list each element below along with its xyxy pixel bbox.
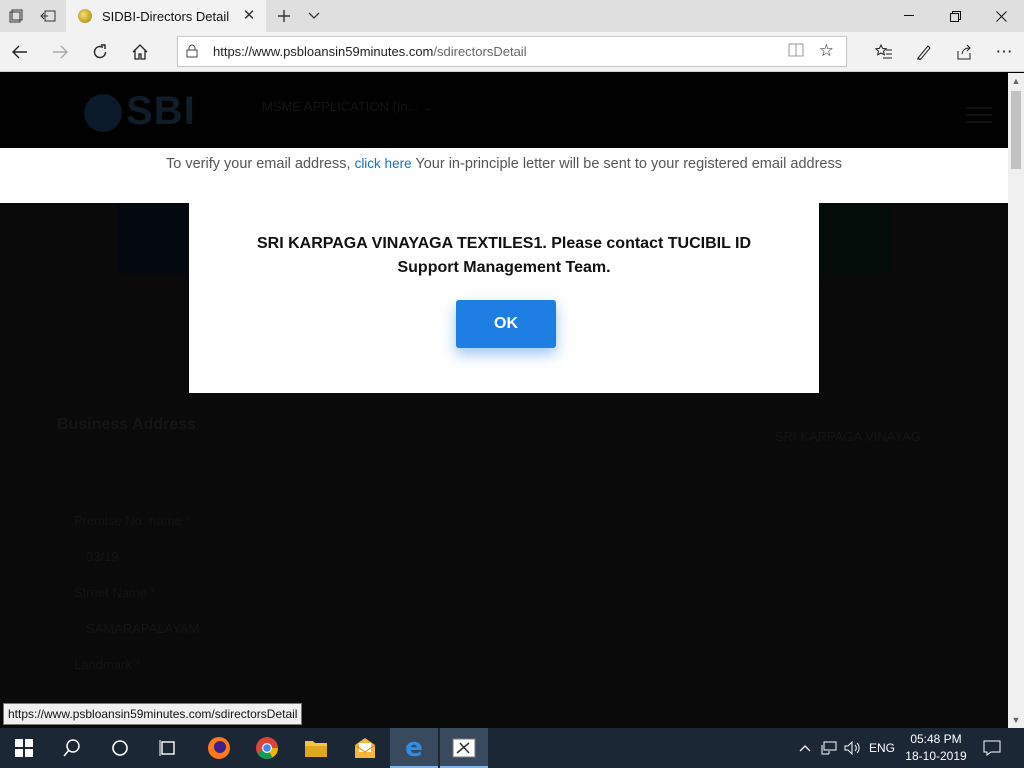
browser-tab-bar: SIDBI-Directors Detail ✕ — [0, 0, 1024, 32]
app-menu-dropdown[interactable]: MSME APPLICATION (In... ⌄ — [262, 99, 433, 115]
home-icon[interactable] — [124, 36, 156, 68]
forward-icon[interactable] — [44, 36, 76, 68]
clock-time: 05:48 PM — [910, 732, 962, 746]
firefox-icon[interactable] — [195, 728, 243, 768]
more-options-icon[interactable]: ⋯ — [988, 36, 1020, 68]
step-card-right — [812, 203, 890, 273]
sbi-logo: SBI — [84, 89, 196, 134]
task-view-icon[interactable] — [144, 728, 192, 768]
alert-dialog: SRI KARPAGA VINAYAGA TEXTILES1. Please c… — [189, 202, 819, 393]
landmark-label: Landmark * — [74, 657, 141, 672]
cortana-icon[interactable] — [96, 728, 144, 768]
back-icon[interactable] — [4, 36, 36, 68]
language-indicator[interactable]: ENG — [867, 728, 897, 768]
url-host: https://www.psbloansin59minutes.com — [213, 44, 434, 59]
email-verify-banner: To verify your email address, click here… — [0, 148, 1008, 203]
step-card-left — [117, 203, 197, 273]
url-path: /sdirectorsDetail — [433, 44, 527, 59]
browser-toolbar: https://www.psbloansin59minutes.com/sdir… — [0, 32, 1024, 72]
scrollbar-thumb[interactable] — [1011, 91, 1021, 169]
logo-text: SBI — [126, 89, 196, 133]
favorites-list-icon[interactable] — [868, 36, 900, 68]
edge-browser-icon[interactable]: e — [390, 728, 438, 768]
alert-message: SRI KARPAGA VINAYAGA TEXTILES1. Please c… — [256, 235, 752, 276]
set-tabs-aside-icon[interactable] — [32, 0, 64, 32]
favorite-star-icon[interactable]: ☆ — [819, 41, 834, 61]
windows-taskbar: e ENG 05:48 PM 18-10-2019 — [0, 728, 1024, 768]
reading-view-icon[interactable] — [788, 43, 804, 60]
active-tab[interactable]: SIDBI-Directors Detail ✕ — [66, 0, 266, 32]
tab-title: SIDBI-Directors Detail — [102, 8, 230, 24]
verify-prefix: To verify your email address, — [165, 156, 351, 172]
restore-icon[interactable] — [932, 0, 978, 32]
share-icon[interactable] — [948, 36, 980, 68]
windows-start-icon[interactable] — [0, 728, 48, 768]
web-note-pen-icon[interactable] — [908, 36, 940, 68]
chrome-icon[interactable] — [243, 728, 291, 768]
action-center-icon[interactable] — [980, 728, 1004, 768]
page-content: SBI MSME APPLICATION (In... ⌄ To verify … — [0, 73, 1008, 728]
refresh-icon[interactable] — [84, 36, 116, 68]
verify-suffix: Your in-principle letter will be sent to… — [415, 156, 842, 172]
close-window-icon[interactable] — [978, 0, 1024, 32]
mail-app-icon[interactable] — [341, 728, 389, 768]
search-icon[interactable] — [48, 728, 96, 768]
tab-manager-icon[interactable] — [0, 0, 32, 32]
volume-icon[interactable] — [843, 728, 863, 768]
minimize-icon[interactable] — [886, 0, 932, 32]
address-bar[interactable]: https://www.psbloansin59minutes.com/sdir… — [177, 36, 847, 67]
system-clock[interactable]: 05:48 PM 18-10-2019 — [900, 731, 972, 765]
file-explorer-icon[interactable] — [292, 728, 340, 768]
network-icon[interactable] — [819, 728, 839, 768]
clock-date: 18-10-2019 — [905, 749, 967, 763]
street-input[interactable]: SAMARAPALAYAM — [86, 621, 199, 636]
site-favicon-icon — [78, 9, 92, 23]
new-tab-icon[interactable] — [268, 0, 300, 32]
business-address-heading: Business Address — [57, 416, 197, 433]
page-scrollbar[interactable]: ▲ ▼ — [1008, 73, 1024, 728]
tab-close-icon[interactable]: ✕ — [240, 7, 258, 25]
hamburger-menu-icon[interactable] — [966, 107, 992, 123]
verify-email-link[interactable]: click here — [355, 156, 412, 171]
premise-input[interactable]: 03/19 — [86, 549, 119, 564]
show-hidden-icons-chevron-icon[interactable] — [796, 728, 814, 768]
snipping-tool-icon[interactable] — [440, 728, 488, 768]
ok-button[interactable]: OK — [456, 300, 556, 348]
site-header: SBI MSME APPLICATION (In... ⌄ — [0, 73, 1008, 148]
business-name-text: SRI KARPAGA VINAYAG — [775, 429, 921, 444]
street-label: Street Name * — [74, 585, 156, 600]
scroll-down-icon[interactable]: ▼ — [1008, 712, 1024, 728]
tab-preview-chevron-icon[interactable] — [298, 0, 330, 32]
link-status-tooltip: https://www.psbloansin59minutes.com/sdir… — [3, 703, 303, 725]
scroll-up-icon[interactable]: ▲ — [1008, 73, 1024, 89]
url-text: https://www.psbloansin59minutes.com/sdir… — [213, 44, 527, 59]
premise-label: Premise No. name * — [74, 513, 191, 528]
lock-icon — [186, 44, 198, 58]
app-menu-label: MSME APPLICATION (In... — [262, 99, 419, 114]
chevron-down-icon: ⌄ — [422, 99, 434, 114]
